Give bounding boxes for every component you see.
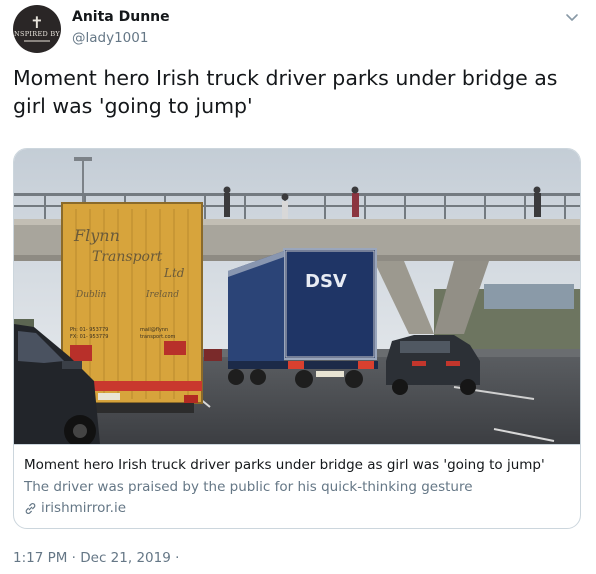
trailer-email-2: transport.com: [140, 334, 176, 340]
link-card[interactable]: Flynn Transport Ltd Dublin Ireland Ph: 0…: [13, 148, 581, 529]
trailer-phone-2: FX: 01- 953779: [70, 334, 108, 340]
avatar-brand-text: NSPIRED BY: [14, 30, 60, 38]
card-body[interactable]: Moment hero Irish truck driver parks und…: [14, 444, 580, 528]
cross-icon: ✝: [30, 13, 44, 32]
link-icon: [25, 502, 36, 514]
author-name[interactable]: Anita Dunne: [72, 9, 170, 25]
card-domain[interactable]: irishmirror.ie: [41, 498, 126, 518]
avatar-divider: [24, 40, 50, 42]
trailer-text-4: Dublin: [75, 290, 107, 300]
trailer-text-2: Transport: [92, 249, 163, 265]
card-image[interactable]: Flynn Transport Ltd Dublin Ireland Ph: 0…: [14, 149, 580, 444]
author-handle[interactable]: @lady1001: [72, 30, 148, 46]
timestamp[interactable]: 1:17 PM · Dec 21, 2019 ·: [13, 550, 179, 566]
card-description: The driver was praised by the public for…: [24, 479, 473, 495]
tweet-text: Moment hero Irish truck driver parks und…: [13, 66, 558, 118]
card-title[interactable]: Moment hero Irish truck driver parks und…: [24, 456, 570, 475]
dsv-logo: DSV: [305, 271, 347, 292]
avatar[interactable]: ✝ NSPIRED BY: [13, 5, 61, 53]
card-domain-row[interactable]: irishmirror.ie: [24, 498, 570, 518]
trailer-text-5: Ireland: [145, 290, 179, 300]
trailer-phone-1: Ph: 01- 953779: [70, 327, 108, 333]
chevron-down-icon[interactable]: [564, 10, 580, 26]
trailer-text-3: Ltd: [163, 266, 185, 280]
trailer-text-1: Flynn: [73, 226, 120, 245]
trailer-email-1: mail@flynn: [140, 327, 168, 333]
